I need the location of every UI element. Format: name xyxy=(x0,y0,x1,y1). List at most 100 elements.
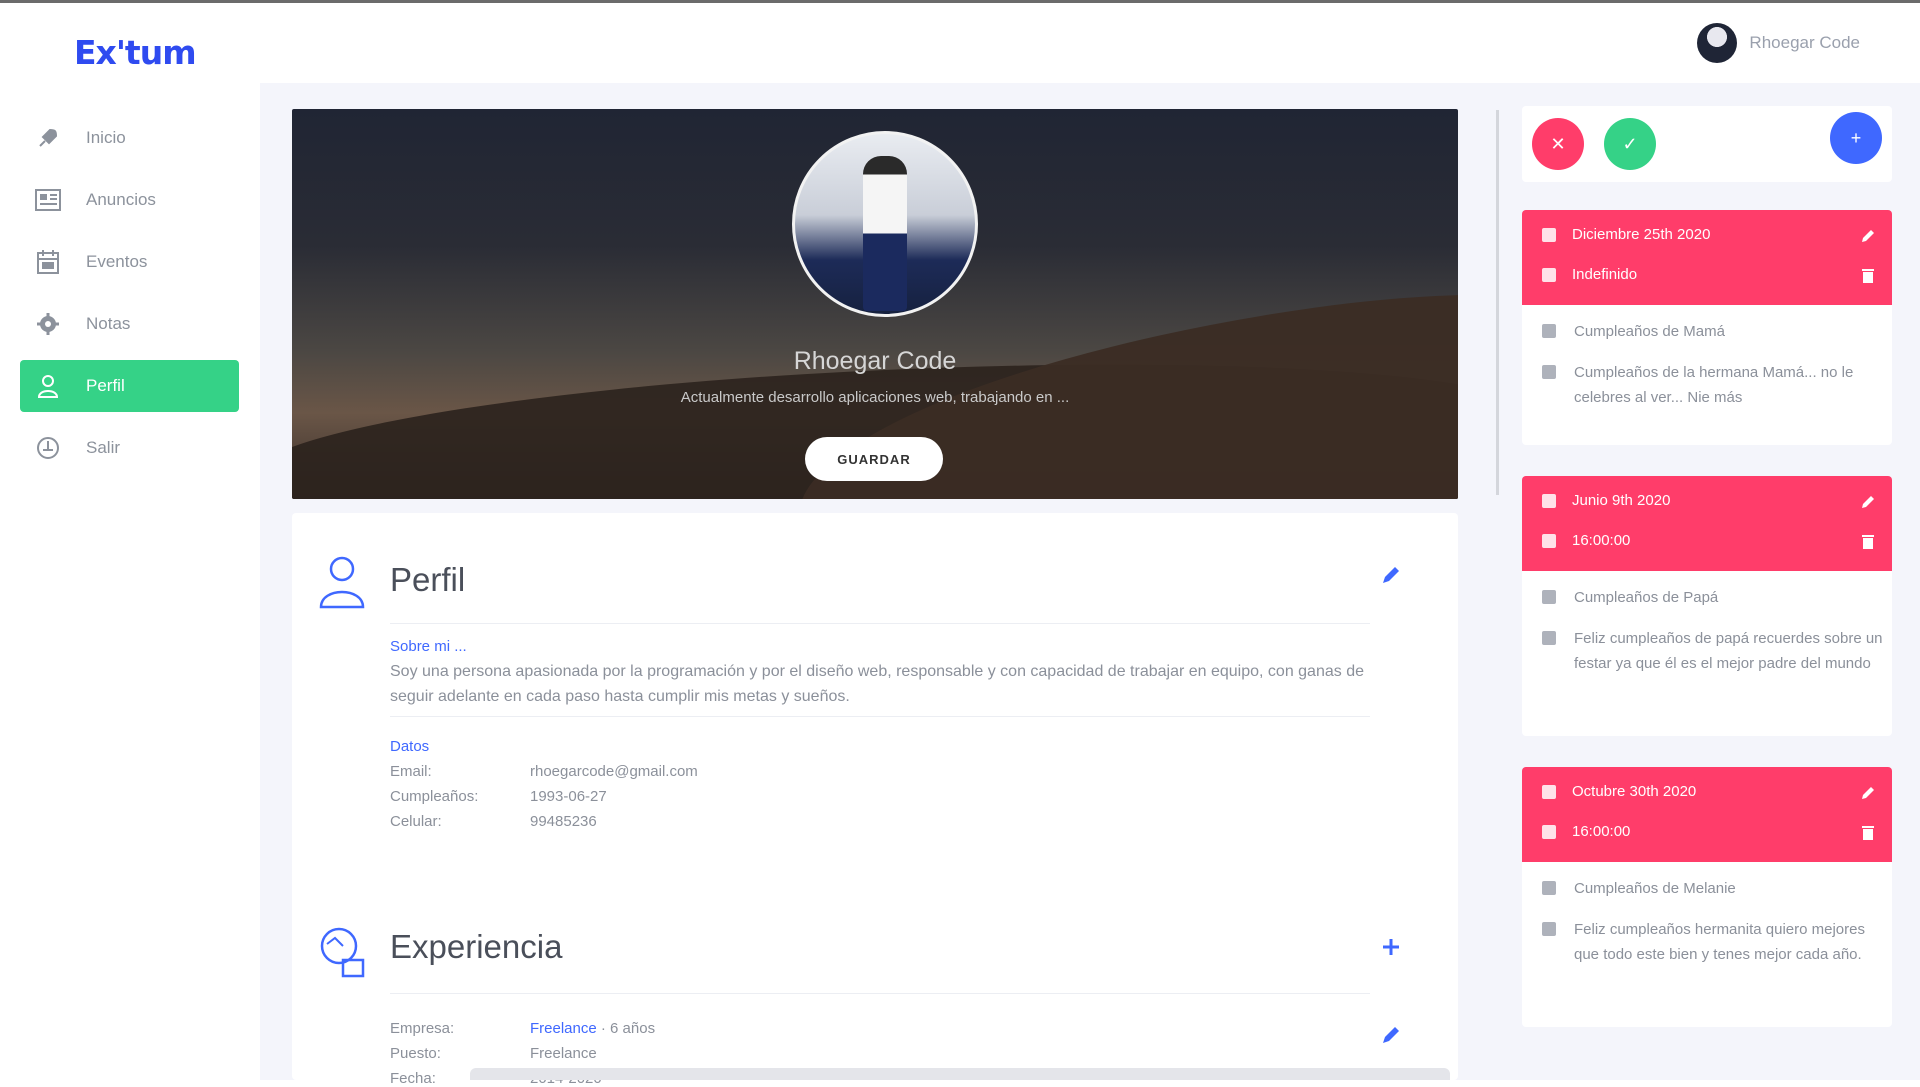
profile-photo[interactable] xyxy=(792,131,978,317)
calendar-icon xyxy=(34,248,62,276)
company-link[interactable]: Freelance xyxy=(530,1020,597,1037)
add-event-button[interactable]: + xyxy=(1830,112,1882,164)
user-avatar[interactable] xyxy=(1697,23,1738,63)
field-value-phone: 99485236 xyxy=(530,813,597,830)
field-value-birthday: 1993-06-27 xyxy=(530,788,607,805)
event-card[interactable]: Junio 9th 2020 16:00:00 Cumpleaños de Pa… xyxy=(1522,476,1892,736)
clock-icon xyxy=(1542,824,1556,839)
event-note: Feliz cumpleaños hermanita quiero mejore… xyxy=(1574,921,1865,963)
close-icon: ✕ xyxy=(1550,133,1566,154)
field-key: Celular: xyxy=(390,813,442,830)
about-text: Soy una persona apasionada por la progra… xyxy=(390,663,1364,705)
sidebar-item-notas[interactable]: Notas xyxy=(20,298,239,350)
event-header: Junio 9th 2020 16:00:00 xyxy=(1522,476,1892,571)
plus-icon: + xyxy=(1850,127,1862,148)
field-key: Empresa: xyxy=(390,1020,455,1037)
event-title-row: Cumpleaños de Melanie xyxy=(1542,876,1884,901)
exit-icon xyxy=(34,434,62,462)
sidebar-item-perfil[interactable]: Perfil xyxy=(20,360,239,412)
field-key: Cumpleaños: xyxy=(390,788,479,805)
calendar-icon xyxy=(1542,784,1556,799)
event-note-row: Cumpleaños de la hermana Mamá... no le c… xyxy=(1542,360,1884,410)
sidebar-item-label: Anuncios xyxy=(86,190,156,209)
gear-icon xyxy=(34,310,62,338)
event-title: Cumpleaños de Papá xyxy=(1574,589,1719,606)
sidebar-item-label: Eventos xyxy=(86,252,148,271)
event-date-row: Junio 9th 2020 xyxy=(1542,492,1670,509)
pencil-icon[interactable] xyxy=(1380,564,1402,586)
event-title: Cumpleaños de Mamá xyxy=(1574,323,1725,340)
briefcase-user-icon xyxy=(320,927,365,978)
trash-icon[interactable] xyxy=(1860,825,1876,841)
event-date: Junio 9th 2020 xyxy=(1572,492,1671,509)
event-card[interactable]: Octubre 30th 2020 16:00:00 Cumpleaños de… xyxy=(1522,767,1892,1027)
field-value-position: Freelance xyxy=(530,1045,597,1062)
sidebar-item-inicio[interactable]: Inicio xyxy=(20,112,239,164)
event-note-row: Feliz cumpleaños hermanita quiero mejore… xyxy=(1542,917,1884,967)
event-time: 16:00:00 xyxy=(1572,823,1631,840)
experience-title: Experiencia xyxy=(390,928,563,965)
delete-event-button[interactable]: ✕ xyxy=(1532,118,1584,170)
profile-banner: Rhoegar Code Actualmente desarrollo apli… xyxy=(292,109,1458,499)
event-time-row: 16:00:00 xyxy=(1542,532,1630,549)
event-date: Octubre 30th 2020 xyxy=(1572,783,1697,800)
event-card[interactable]: Diciembre 25th 2020 Indefinido Cumpleaño… xyxy=(1522,210,1892,445)
panel-scrollbar[interactable] xyxy=(1496,110,1499,495)
event-time-row: Indefinido xyxy=(1542,266,1637,283)
event-title-row: Cumpleaños de Mamá xyxy=(1542,319,1884,344)
message-icon xyxy=(1542,922,1556,936)
event-header: Diciembre 25th 2020 Indefinido xyxy=(1522,210,1892,305)
event-body: Cumpleaños de Melanie Feliz cumpleaños h… xyxy=(1522,862,1892,1027)
event-body: Cumpleaños de Papá Feliz cumpleaños de p… xyxy=(1522,571,1892,736)
event-time: Indefinido xyxy=(1572,266,1638,283)
sidebar: Inicio Anuncios Eventos Notas Perfil Sal… xyxy=(0,83,260,1080)
experience-card: Experiencia Empresa: Freelance · 6 años … xyxy=(292,898,1458,1087)
user-icon xyxy=(1542,324,1556,338)
pencil-icon[interactable] xyxy=(1860,228,1876,244)
profile-name: Rhoegar Code xyxy=(793,347,957,375)
plus-icon[interactable] xyxy=(1380,936,1402,958)
pencil-icon[interactable] xyxy=(1380,1024,1402,1046)
pencil-icon[interactable] xyxy=(1860,785,1876,801)
calendar-icon xyxy=(1542,493,1556,508)
check-icon: ✓ xyxy=(1622,133,1638,154)
field-key: Fecha: xyxy=(390,1070,436,1087)
profile-description[interactable]: Actualmente desarrollo aplicaciones web,… xyxy=(292,389,1458,406)
user-icon xyxy=(1542,590,1556,604)
sidebar-item-label: Inicio xyxy=(86,128,126,147)
user-menu[interactable]: Rhoegar Code xyxy=(1697,23,1860,63)
confirm-event-button[interactable]: ✓ xyxy=(1604,118,1656,170)
event-time: 16:00:00 xyxy=(1572,532,1631,549)
trash-icon[interactable] xyxy=(1860,268,1876,284)
profile-photo-figure xyxy=(863,156,907,311)
user-icon xyxy=(34,372,62,400)
user-outline-icon xyxy=(319,556,365,609)
perfil-title: Perfil xyxy=(390,561,466,598)
field-key: Email: xyxy=(390,763,432,780)
event-note: Feliz cumpleaños de papá recuerdes sobre… xyxy=(1574,630,1883,672)
event-title-row: Cumpleaños de Papá xyxy=(1542,585,1884,610)
user-name[interactable]: Rhoegar Code xyxy=(1749,33,1860,53)
app-logo[interactable]: Ex'tum xyxy=(74,33,197,72)
field-value-email: rhoegarcode@gmail.com xyxy=(530,763,698,780)
pencil-icon[interactable] xyxy=(1860,494,1876,510)
rocket-icon xyxy=(34,124,62,152)
save-button[interactable]: GUARDAR xyxy=(805,437,943,481)
card-divider xyxy=(390,993,1370,994)
event-date-row: Diciembre 25th 2020 xyxy=(1542,226,1710,243)
sidebar-item-eventos[interactable]: Eventos xyxy=(20,236,239,288)
field-value-company: Freelance · 6 años xyxy=(530,1020,655,1037)
top-header: Ex'tum Rhoegar Code xyxy=(0,3,1920,83)
user-icon xyxy=(1542,881,1556,895)
event-actions: ✕ ✓ + xyxy=(1522,106,1892,182)
clock-icon xyxy=(1542,533,1556,548)
trash-icon[interactable] xyxy=(1860,534,1876,550)
sidebar-item-anuncios[interactable]: Anuncios xyxy=(20,174,239,226)
event-date-row: Octubre 30th 2020 xyxy=(1542,783,1696,800)
sidebar-item-salir[interactable]: Salir xyxy=(20,422,239,474)
calendar-icon xyxy=(1542,227,1556,242)
sidebar-item-label: Notas xyxy=(86,314,131,333)
clock-icon xyxy=(1542,267,1556,282)
event-header: Octubre 30th 2020 16:00:00 xyxy=(1522,767,1892,862)
sidebar-item-label: Salir xyxy=(86,438,121,457)
